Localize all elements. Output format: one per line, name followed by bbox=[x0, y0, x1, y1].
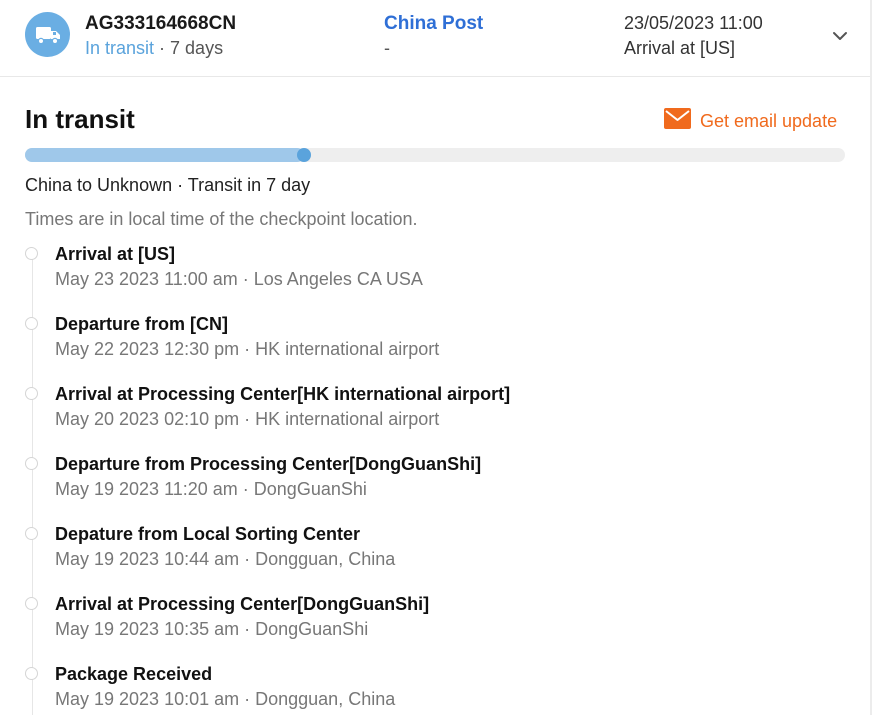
checkpoint-event: Depature from Local Sorting Center bbox=[55, 524, 361, 544]
checkpoint-event: Arrival at Processing Center[HK internat… bbox=[55, 384, 511, 404]
transit-duration: 7 days bbox=[170, 38, 224, 58]
truck-icon bbox=[25, 12, 70, 57]
checkpoint-event: Arrival at [US] bbox=[55, 244, 176, 264]
latest-event-time: 23/05/2023 11:00 bbox=[624, 13, 763, 33]
checkpoint-event: Package Received bbox=[55, 664, 213, 684]
checkpoint-event: Arrival at Processing Center[DongGuanShi… bbox=[55, 594, 430, 614]
checkpoint-event: Departure from Processing Center[DongGua… bbox=[55, 454, 482, 474]
checkpoint-item: Departure from [CN] May 22 2023 12:30 pm… bbox=[0, 314, 860, 374]
checkpoint-item: Arrival at Processing Center[DongGuanShi… bbox=[0, 594, 860, 654]
status-line: In transit · 7 days bbox=[85, 38, 223, 59]
timeline-dot bbox=[25, 667, 38, 680]
checkpoint-meta: May 20 2023 02:10 pm · HK international … bbox=[55, 409, 440, 429]
timeline-dot bbox=[25, 527, 38, 540]
detail-status-title: In transit bbox=[25, 104, 135, 134]
envelope-icon bbox=[664, 108, 691, 134]
shipment-summary-row[interactable]: AG333164668CN In transit · 7 days China … bbox=[0, 0, 870, 77]
checkpoint-item: Departure from Processing Center[DongGua… bbox=[0, 454, 860, 514]
get-email-update-button[interactable]: Get email update bbox=[664, 108, 837, 134]
timeline-dot bbox=[25, 597, 38, 610]
timeline-dot bbox=[25, 317, 38, 330]
timeline-dot bbox=[25, 247, 38, 260]
checkpoint-meta: May 19 2023 10:44 am · Dongguan, China bbox=[55, 549, 396, 569]
progress-marker bbox=[296, 148, 311, 162]
chevron-down-icon[interactable] bbox=[828, 24, 852, 48]
timezone-note: Times are in local time of the checkpoin… bbox=[25, 209, 418, 229]
checkpoint-meta: May 19 2023 10:35 am · DongGuanShi bbox=[55, 619, 369, 639]
progress-fill bbox=[25, 148, 304, 162]
checkpoint-item: Arrival at Processing Center[HK internat… bbox=[0, 384, 860, 444]
tracking-number: AG333164668CN bbox=[85, 13, 237, 34]
checkpoint-event: Departure from [CN] bbox=[55, 314, 229, 334]
checkpoint-meta: May 19 2023 11:20 am · DongGuanShi bbox=[55, 479, 367, 499]
route-summary: China to Unknown · Transit in 7 day bbox=[25, 175, 311, 195]
progress-bar bbox=[25, 148, 845, 162]
timeline-dot bbox=[25, 457, 38, 470]
checkpoint-meta: May 19 2023 10:01 am · Dongguan, China bbox=[55, 689, 396, 709]
email-update-label: Get email update bbox=[700, 110, 838, 131]
status-text: In transit bbox=[85, 38, 155, 58]
carrier-link[interactable]: China Post bbox=[384, 13, 483, 35]
timeline-dot bbox=[25, 387, 38, 400]
latest-event-text: Arrival at [US] bbox=[624, 38, 736, 58]
checkpoint-meta: May 23 2023 11:00 am · Los Angeles CA US… bbox=[55, 269, 423, 289]
checkpoint-item: Depature from Local Sorting Center May 1… bbox=[0, 524, 860, 584]
checkpoint-item: Package Received May 19 2023 10:01 am · … bbox=[0, 664, 860, 715]
checkpoint-item: Arrival at [US] May 23 2023 11:00 am · L… bbox=[0, 244, 860, 304]
carrier-subtext: - bbox=[384, 38, 390, 58]
status-separator: · bbox=[154, 38, 171, 58]
tracking-page: AG333164668CN In transit · 7 days China … bbox=[0, 0, 872, 715]
checkpoint-meta: May 22 2023 12:30 pm · HK international … bbox=[55, 339, 440, 359]
